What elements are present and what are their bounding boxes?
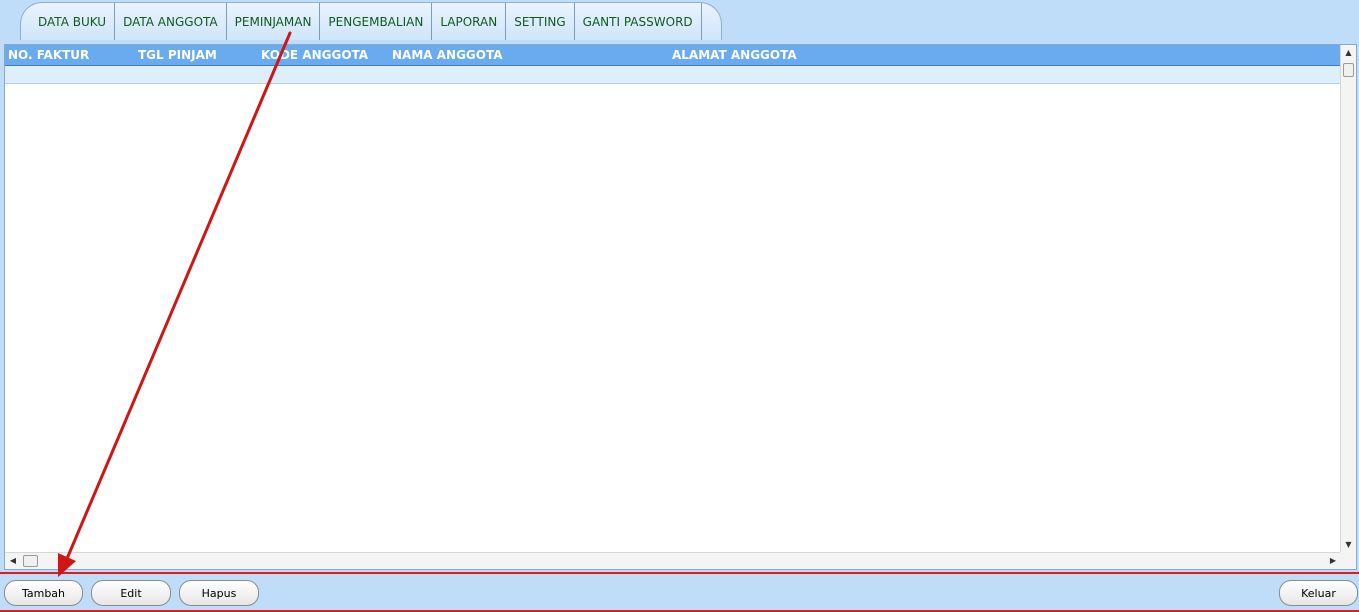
tab-bar: DATA BUKU DATA ANGGOTA PEMINJAMAN PENGEM… bbox=[20, 2, 722, 40]
tab-data-buku[interactable]: DATA BUKU bbox=[30, 3, 116, 40]
column-header-alamat-anggota[interactable]: ALAMAT ANGGOTA bbox=[672, 48, 797, 62]
tab-data-anggota[interactable]: DATA ANGGOTA bbox=[115, 3, 227, 40]
app-window: DATA BUKU DATA ANGGOTA PEMINJAMAN PENGEM… bbox=[0, 0, 1359, 612]
bottom-button-bar: Tambah Edit Hapus Keluar bbox=[0, 572, 1359, 612]
scroll-up-arrow-icon[interactable]: ▲ bbox=[1341, 45, 1356, 61]
tab-peminjaman[interactable]: PEMINJAMAN bbox=[227, 3, 321, 40]
edit-button[interactable]: Edit bbox=[91, 580, 171, 606]
tab-laporan[interactable]: LAPORAN bbox=[432, 3, 507, 40]
horizontal-scrollbar[interactable]: ◀ ▶ bbox=[5, 552, 1341, 569]
column-header-tgl-pinjam[interactable]: TGL PINJAM bbox=[138, 48, 217, 62]
tab-strip: DATA BUKU DATA ANGGOTA PEMINJAMAN PENGEM… bbox=[0, 0, 1359, 42]
column-header-kode-anggota[interactable]: KODE ANGGOTA bbox=[261, 48, 368, 62]
horizontal-scroll-thumb[interactable] bbox=[23, 555, 38, 567]
tab-ganti-password[interactable]: GANTI PASSWORD bbox=[575, 3, 702, 40]
vertical-scrollbar[interactable]: ▲ ▼ bbox=[1340, 45, 1356, 553]
data-grid[interactable]: NO. FAKTUR TGL PINJAM KODE ANGGOTA NAMA … bbox=[4, 44, 1357, 570]
tambah-button[interactable]: Tambah bbox=[4, 580, 83, 606]
keluar-button[interactable]: Keluar bbox=[1279, 580, 1358, 606]
column-header-nama-anggota[interactable]: NAMA ANGGOTA bbox=[392, 48, 503, 62]
tab-bar-filler bbox=[702, 3, 721, 40]
scroll-left-arrow-icon[interactable]: ◀ bbox=[5, 553, 21, 569]
column-header-no-faktur[interactable]: NO. FAKTUR bbox=[8, 48, 89, 62]
scroll-down-arrow-icon[interactable]: ▼ bbox=[1341, 537, 1356, 553]
vertical-scroll-thumb[interactable] bbox=[1343, 63, 1354, 77]
grid-new-row[interactable] bbox=[5, 66, 1341, 84]
grid-header: NO. FAKTUR TGL PINJAM KODE ANGGOTA NAMA … bbox=[5, 45, 1341, 66]
hapus-button[interactable]: Hapus bbox=[179, 580, 259, 606]
tab-pengembalian[interactable]: PENGEMBALIAN bbox=[320, 3, 433, 40]
scrollbar-corner bbox=[1340, 552, 1356, 569]
scroll-right-arrow-icon[interactable]: ▶ bbox=[1325, 553, 1341, 569]
tab-setting[interactable]: SETTING bbox=[506, 3, 575, 40]
